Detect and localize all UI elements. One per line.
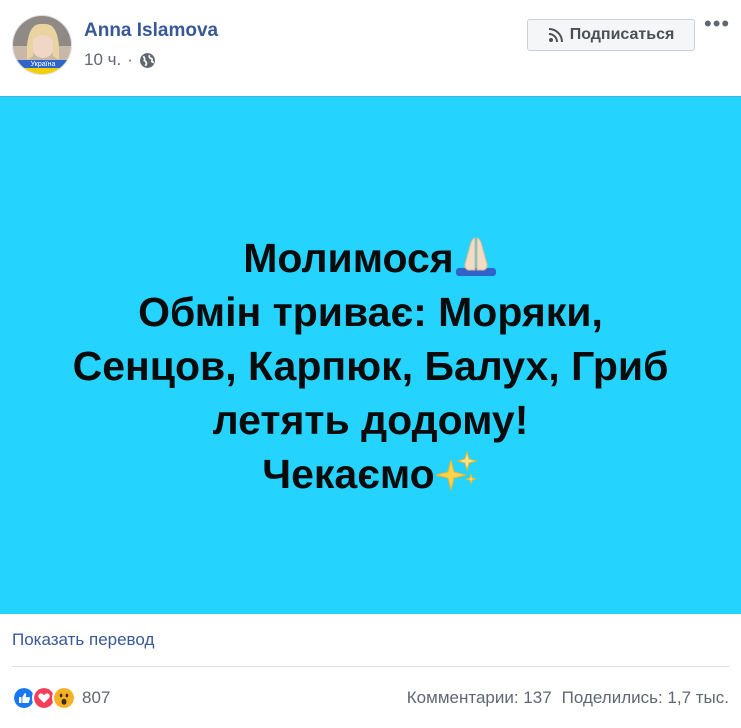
reactions-summary[interactable]: 807 (12, 685, 110, 711)
subscribe-label: Подписаться (569, 26, 675, 43)
image-line-2: Обмін триває: Моряки, (138, 288, 603, 335)
more-options-icon[interactable]: ••• (704, 13, 734, 36)
author-name[interactable]: Anna Islamova (84, 20, 218, 42)
sparkles-emoji (435, 449, 478, 490)
wow-icon (52, 686, 76, 710)
rss-icon (548, 28, 563, 43)
reaction-count[interactable]: 807 (82, 688, 110, 708)
shares-count[interactable]: Поделились: 1,7 тыс. (562, 688, 729, 708)
post-meta: 10 ч. · (84, 50, 156, 70)
globe-icon (139, 52, 155, 68)
post-image[interactable]: Молимося Обмін триває: Моряки, Сенцов, К… (0, 96, 741, 614)
image-line-5: Чекаємо (262, 450, 435, 497)
post-time[interactable]: 10 ч. (84, 50, 121, 70)
comments-count[interactable]: Комментарии: 137 (407, 688, 552, 708)
image-line-1: Молимося (243, 234, 454, 281)
author-avatar[interactable]: Україна (12, 15, 72, 75)
post-header: Україна Anna Islamova 10 ч. · Подписатьс… (0, 0, 741, 96)
subscribe-button[interactable]: Подписаться (527, 19, 695, 51)
meta-separator: · (127, 50, 133, 69)
image-line-3: Сенцов, Карпюк, Балух, Гриб (72, 342, 669, 389)
folded-hands-emoji (455, 236, 496, 276)
footer-divider (12, 666, 729, 667)
post-stats: Комментарии: 137 Поделились: 1,7 тыс. (407, 688, 729, 708)
post-image-text: Молимося Обмін триває: Моряки, Сенцов, К… (73, 231, 669, 501)
show-translation-link[interactable]: Показать перевод (12, 630, 154, 650)
avatar-badge-text: Україна (31, 61, 56, 68)
image-line-4: летять додому! (212, 396, 529, 443)
